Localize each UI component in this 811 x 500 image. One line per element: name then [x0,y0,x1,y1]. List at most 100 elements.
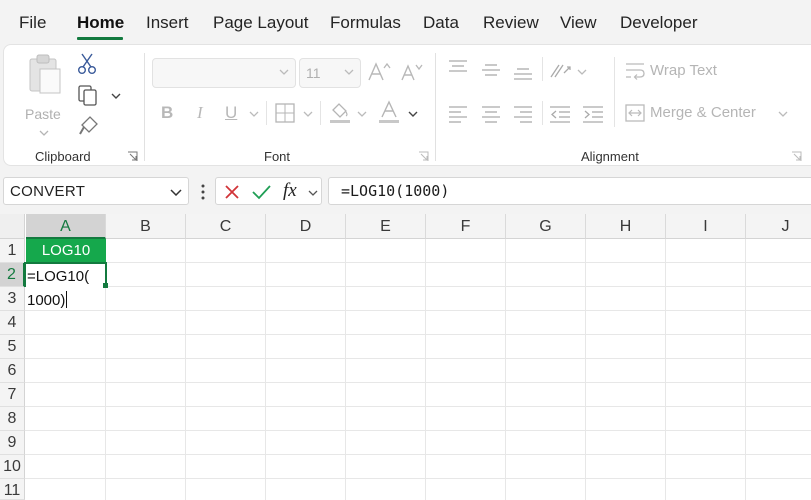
bold-icon[interactable]: B [161,103,173,123]
row-header-11[interactable]: 11 [0,479,25,500]
column-header-f[interactable]: F [426,214,506,239]
tab-home[interactable]: Home [77,13,124,33]
align-center-icon[interactable] [481,105,501,123]
cancel-icon[interactable] [224,184,240,200]
underline-icon[interactable]: U [225,103,237,123]
gridline [25,358,811,359]
gridline [25,310,811,311]
font-color-icon[interactable] [378,100,400,124]
formula-input[interactable]: =LOG10(1000) [328,177,811,205]
paste-icon [29,54,61,94]
increase-font-size-icon[interactable] [367,61,391,83]
column-header-b[interactable]: B [106,214,186,239]
group-separator [435,53,436,161]
cell-a2-text-line2-value: 1000) [27,292,66,309]
column-header-e[interactable]: E [346,214,426,239]
divider [320,101,321,125]
row-header-9[interactable]: 9 [0,431,25,455]
name-box[interactable]: CONVERT [3,177,189,205]
row-header-3[interactable]: 3 [0,287,25,311]
formula-text: =LOG10(1000) [341,182,450,200]
wrap-text-label: Wrap Text [650,62,717,79]
tab-data[interactable]: Data [423,13,459,33]
column-header-c[interactable]: C [186,214,266,239]
row-header-6[interactable]: 6 [0,359,25,383]
row-header-2[interactable]: 2 [0,263,25,287]
fill-color-icon[interactable] [329,100,351,124]
tab-formulas[interactable]: Formulas [330,13,401,33]
column-header-i[interactable]: I [666,214,746,239]
chevron-down-icon [344,69,354,75]
chevron-down-icon[interactable] [308,190,318,196]
gridline [585,239,586,500]
align-left-icon[interactable] [448,105,468,123]
row-header-8[interactable]: 8 [0,407,25,431]
enter-icon[interactable] [251,184,271,200]
row-header-5[interactable]: 5 [0,335,25,359]
tab-developer[interactable]: Developer [620,13,698,33]
more-options-icon[interactable] [200,184,206,200]
underline-dropdown-icon[interactable] [249,111,259,117]
cell-a1[interactable]: LOG10 [26,239,106,263]
increase-indent-icon[interactable] [582,105,604,123]
column-header-g[interactable]: G [506,214,586,239]
tab-view[interactable]: View [560,13,597,33]
wrap-text-button[interactable]: Wrap Text [625,61,725,83]
copy-icon[interactable] [77,85,99,107]
group-separator [144,53,145,161]
align-top-icon[interactable] [448,59,468,77]
fill-handle[interactable] [103,283,108,288]
borders-icon[interactable] [275,103,295,123]
align-bottom-icon[interactable] [513,67,533,85]
decrease-font-size-icon[interactable] [400,61,424,83]
alignment-launcher-icon[interactable] [791,151,802,162]
copy-dropdown-icon[interactable] [111,93,121,99]
column-header-a[interactable]: A [26,214,106,239]
cut-icon[interactable] [78,53,96,75]
align-right-icon[interactable] [513,105,533,123]
column-header-h[interactable]: H [586,214,666,239]
tab-page-layout[interactable]: Page Layout [213,13,308,33]
merge-center-button[interactable]: Merge & Center [625,103,795,125]
borders-dropdown-icon[interactable] [303,111,313,117]
row-header-4[interactable]: 4 [0,311,25,335]
italic-icon[interactable]: I [197,103,203,123]
fill-color-dropdown-icon[interactable] [357,111,367,117]
gridline [25,430,811,431]
font-name-dropdown[interactable] [152,58,296,88]
insert-function-button[interactable]: fx [283,180,297,202]
gridline [25,382,811,383]
orientation-dropdown-icon[interactable] [577,69,587,75]
select-all-button[interactable] [0,214,25,239]
row-header-1[interactable]: 1 [0,239,25,263]
wrap-text-icon [626,63,645,80]
formula-bar: CONVERT fx =LOG10(1000) [0,169,811,214]
font-launcher-icon[interactable] [418,151,429,162]
row-header-7[interactable]: 7 [0,383,25,407]
gridline [25,406,811,407]
tab-file[interactable]: File [19,13,46,33]
row-header-10[interactable]: 10 [0,455,25,479]
column-header-j[interactable]: J [746,214,811,239]
font-size-value: 11 [306,65,321,81]
decrease-indent-icon[interactable] [549,105,571,123]
orientation-icon[interactable] [549,61,573,81]
gridline [25,454,811,455]
format-painter-icon[interactable] [78,115,100,137]
tab-review[interactable]: Review [483,13,539,33]
align-middle-icon[interactable] [481,63,501,81]
gridline [345,239,346,500]
gridline [25,286,811,287]
gridline [25,478,811,479]
gridline [665,239,666,500]
font-size-dropdown[interactable]: 11 [299,58,361,88]
cell-a2-text-line2: 1000) [27,289,68,313]
tab-insert[interactable]: Insert [146,13,189,33]
paste-button[interactable]: Paste [22,53,66,136]
column-header-d[interactable]: D [266,214,346,239]
gridline [25,262,811,263]
clipboard-launcher-icon[interactable] [127,151,138,162]
chevron-down-icon [279,69,289,75]
font-color-dropdown-icon[interactable] [408,111,418,117]
alignment-group-label: Alignment [581,149,639,164]
